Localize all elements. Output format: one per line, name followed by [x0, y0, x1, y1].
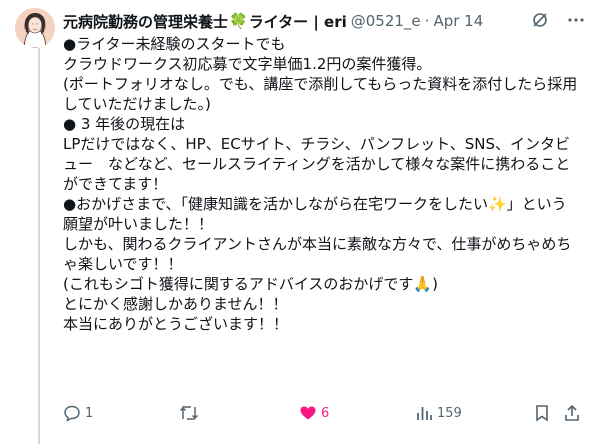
header-actions — [530, 10, 586, 30]
tweet-line: 願望が叶いました！！ — [63, 215, 214, 233]
bookmark-button[interactable] — [533, 404, 551, 422]
views-icon — [417, 407, 432, 420]
tweet-actions: 1 6 159 — [63, 404, 583, 426]
bookmark-icon — [536, 405, 548, 422]
tweet-line: ゃ楽しいです！！ — [63, 255, 183, 273]
share-button[interactable] — [563, 404, 581, 422]
grok-icon[interactable] — [530, 10, 550, 30]
tweet-body: ●ライター未経験のスタートでも クラウドワークス初応募で文字単価1.2円の案件獲… — [63, 34, 583, 334]
retweet-icon — [179, 406, 199, 420]
reply-button[interactable]: 1 — [63, 404, 93, 422]
like-count: 6 — [321, 405, 330, 421]
clover-emoji: 🍀 — [229, 12, 248, 30]
author-handle[interactable]: @0521_e — [351, 12, 421, 30]
reply-count: 1 — [85, 405, 94, 421]
like-button[interactable]: 6 — [299, 404, 329, 422]
tweet-line: (これもシゴト獲得に関するアドバイスのおかげです🙏) — [63, 275, 438, 293]
separator-dot: · — [424, 12, 430, 30]
retweet-button[interactable] — [179, 404, 203, 422]
tweet-date[interactable]: Apr 14 — [433, 12, 483, 30]
tweet-line: クラウドワークス初応募で文字単価1.2円の案件獲得。 — [63, 55, 432, 73]
tweet-line: していただけました。) — [63, 95, 211, 113]
tweet-line: ができてます！ — [63, 175, 168, 193]
tweet-line: しかも、関わるクライアントさんが本当に素敵な方々で、仕事がめちゃめち — [63, 235, 572, 253]
tweet-line: ●おかげさまで、「健康知識を活かしながら在宅ワークをしたい✨」という — [63, 195, 567, 213]
tweet-line: (ポートフォリオなし。でも、講座で添削してもらった資料を添付したら採用 — [63, 75, 578, 93]
tweet-line: 本当にありがとうございます！！ — [63, 315, 289, 333]
tweet-line: とにかく感謝しかありません！！ — [63, 295, 288, 313]
reply-icon — [64, 405, 80, 422]
thread-line — [38, 48, 40, 444]
like-icon — [300, 406, 316, 420]
share-icon — [565, 404, 579, 421]
tweet-header: 元病院勤務の管理栄養士 🍀 ライター | eri @0521_e · Apr 1… — [63, 10, 583, 32]
avatar[interactable] — [15, 8, 55, 48]
tweet-line: LPだけではなく、HP、ECサイト、チラシ、パンフレット、SNS、インタビ — [63, 135, 571, 153]
avatar-illustration — [15, 8, 55, 48]
author-name-suffix[interactable]: ライター | eri — [249, 11, 347, 32]
tweet-line: ●ライター未経験のスタートでも — [63, 35, 286, 53]
view-count: 159 — [437, 405, 462, 421]
author-name[interactable]: 元病院勤務の管理栄養士 — [63, 11, 228, 32]
tweet-line: ュー などなど、セールスライティングを活かして様々な案件に携わること — [63, 155, 571, 173]
tweet-line: ● 3 年後の現在は — [63, 115, 186, 133]
more-icon[interactable] — [566, 10, 586, 30]
views-button[interactable]: 159 — [415, 404, 462, 422]
